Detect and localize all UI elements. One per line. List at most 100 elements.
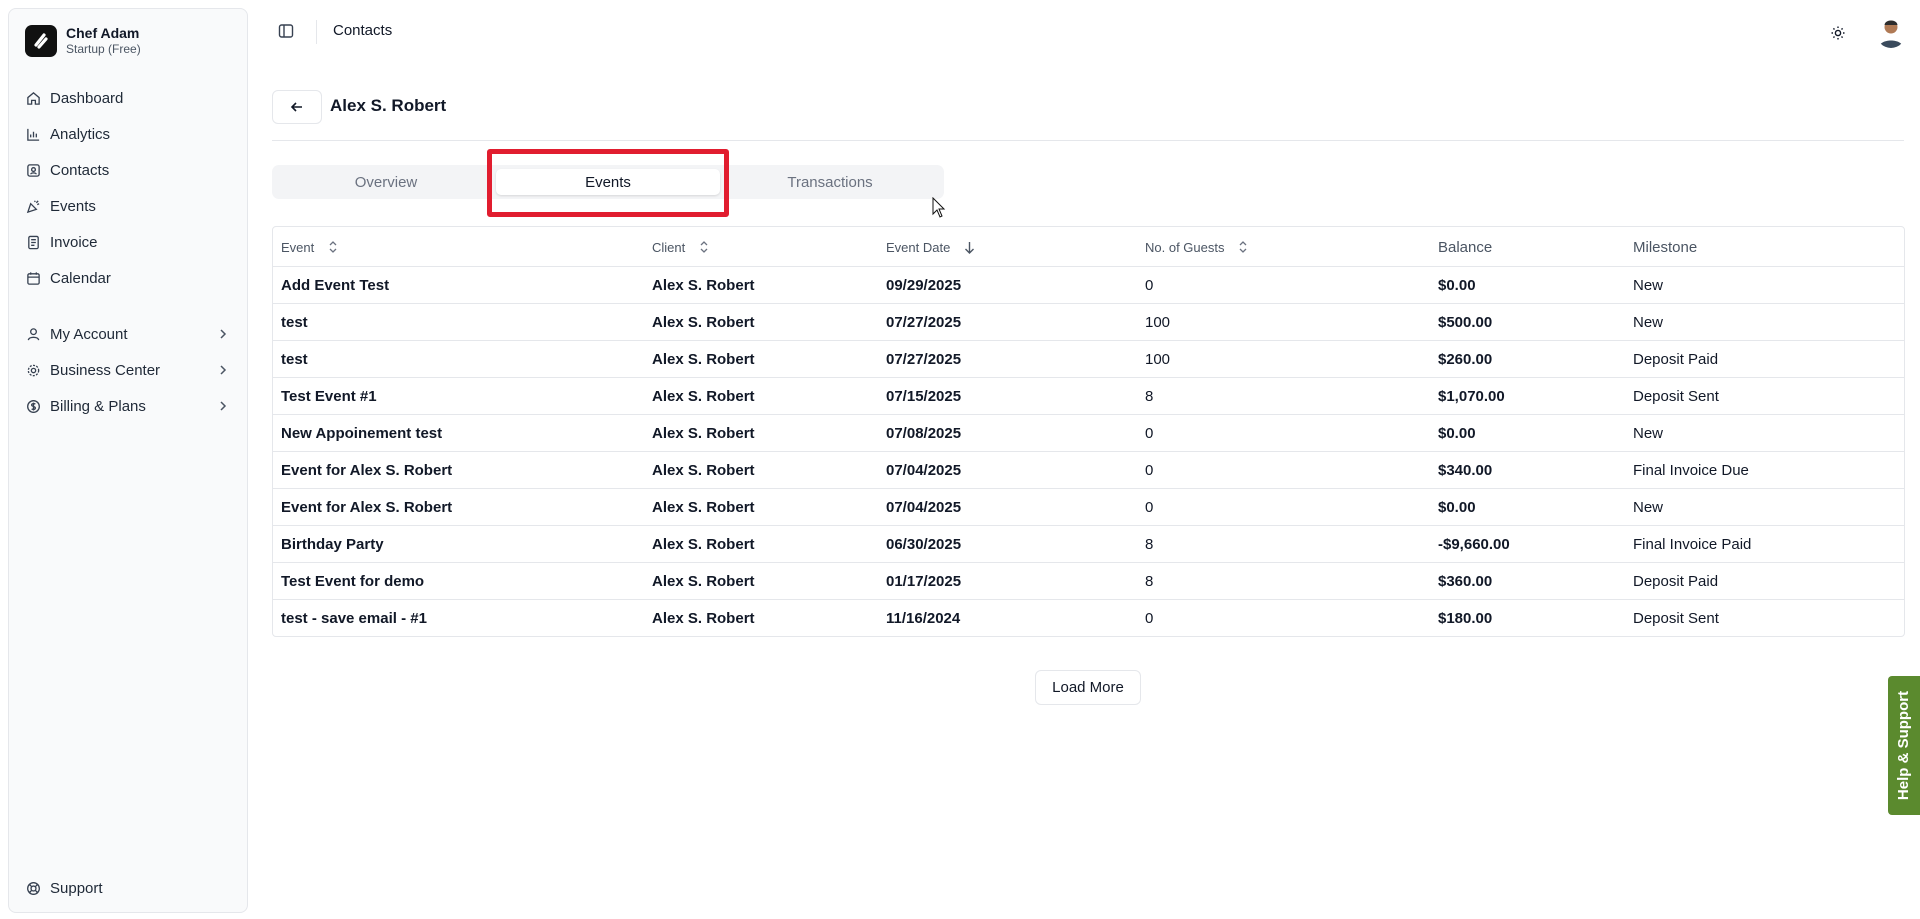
cell-event-date: 07/27/2025 [886, 314, 962, 331]
tab-events[interactable]: Events [496, 169, 720, 195]
cell-balance: $1,070.00 [1438, 388, 1505, 405]
table-row[interactable]: Event for Alex S. Robert Alex S. Robert 07… [273, 452, 1904, 489]
cell-client-name: Alex S. Robert [652, 388, 755, 405]
cell-guest-count: 100 [1145, 351, 1171, 368]
sidebar-item-label: Invoice [50, 233, 98, 251]
cell-event-date: 07/27/2025 [886, 351, 962, 368]
sort-updown-icon[interactable] [1238, 241, 1248, 253]
column-header-balance: Balance [1438, 238, 1493, 256]
cell-event-name: Test Event for demo [281, 573, 425, 590]
cell-event-date: 07/15/2025 [886, 388, 962, 405]
cell-milestone: Deposit Paid [1633, 351, 1719, 368]
sidebar-item-invoice[interactable]: Invoice [25, 227, 239, 257]
cell-milestone: Final Invoice Due [1633, 462, 1749, 479]
lifebuoy-icon [25, 880, 41, 896]
chevron-right-icon [217, 399, 229, 416]
table-row[interactable]: New Appoinement test Alex S. Robert 07/08/… [273, 415, 1904, 452]
cell-balance: $0.00 [1438, 425, 1476, 442]
cell-event-date: 01/17/2025 [886, 573, 962, 590]
user-avatar[interactable] [1876, 16, 1906, 48]
arrow-left-icon [290, 102, 302, 112]
sidebar-item-analytics[interactable]: Analytics [25, 119, 239, 149]
cell-balance: $180.00 [1438, 610, 1493, 627]
help-support-tab[interactable]: Help & Support [1888, 676, 1920, 815]
cell-client-name: Alex S. Robert [652, 314, 755, 331]
cell-milestone: Deposit Sent [1633, 610, 1719, 627]
sidebar: Chef Adam Startup (Free) Dashboard Analy… [8, 8, 248, 913]
cell-balance: $0.00 [1438, 499, 1476, 516]
column-header-label: No. of Guests [1145, 239, 1225, 255]
sidebar-item-label: Analytics [50, 125, 111, 143]
cell-event-name: Birthday Party [281, 536, 384, 553]
cell-client-name: Alex S. Robert [652, 425, 755, 442]
tab-transactions[interactable]: Transactions [720, 169, 940, 195]
chevron-right-icon [217, 363, 229, 380]
cell-event-name: test [281, 314, 308, 331]
cell-event-name: test - save email - #1 [281, 610, 427, 627]
sidebar-item-calendar[interactable]: Calendar [25, 263, 239, 293]
sidebar-item-label: Dashboard [50, 89, 124, 107]
cell-guest-count: 0 [1145, 425, 1154, 442]
cell-balance: $360.00 [1438, 573, 1493, 590]
cell-client-name: Alex S. Robert [652, 277, 755, 294]
sidebar-item-label: Business Center [50, 361, 161, 379]
cell-client-name: Alex S. Robert [652, 610, 755, 627]
sidebar-toggle-button[interactable] [276, 21, 296, 41]
events-table: Event Client Event Date No. of Guests Ba… [272, 226, 1905, 637]
load-more-button[interactable]: Load More [1035, 670, 1141, 705]
sidebar-item-events[interactable]: Events [25, 191, 239, 221]
user-icon [25, 326, 41, 342]
cell-guest-count: 0 [1145, 277, 1154, 294]
sort-updown-icon[interactable] [699, 241, 709, 253]
sort-updown-icon[interactable] [328, 241, 338, 253]
sidebar-item-billing-plans[interactable]: Billing & Plans [25, 391, 239, 421]
cell-guest-count: 8 [1145, 573, 1154, 590]
cell-client-name: Alex S. Robert [652, 351, 755, 368]
cell-event-date: 09/29/2025 [886, 277, 962, 294]
sidebar-item-contacts[interactable]: Contacts [25, 155, 239, 185]
sidebar-item-my-account[interactable]: My Account [25, 319, 239, 349]
cell-balance: $0.00 [1438, 277, 1476, 294]
cell-guest-count: 0 [1145, 610, 1154, 627]
table-row[interactable]: test - save email - #1 Alex S. Robert 11/1… [273, 600, 1904, 636]
sidebar-item-label: Billing & Plans [50, 397, 146, 415]
column-header-event-date: Event Date [886, 227, 975, 267]
table-row[interactable]: Add Event Test Alex S. Robert 09/29/2025 0 $… [273, 267, 1904, 304]
cell-event-date: 07/08/2025 [886, 425, 962, 442]
sidebar-item-dashboard[interactable]: Dashboard [25, 83, 239, 113]
calendar-icon [25, 270, 41, 286]
brand-logo-icon [25, 25, 57, 57]
table-row[interactable]: test Alex S. Robert 07/27/2025 100 $260.00 De… [273, 341, 1904, 378]
workspace-plan: Startup (Free) [66, 42, 141, 56]
contact-tabs: Overview Events Transactions [272, 165, 944, 199]
workspace-switcher[interactable]: Chef Adam Startup (Free) [25, 25, 141, 57]
contact-name-heading: Alex S. Robert [330, 96, 447, 115]
page-breadcrumb: Contacts [333, 22, 393, 39]
sidebar-item-business-center[interactable]: Business Center [25, 355, 239, 385]
column-header-label: Client [652, 239, 686, 255]
table-header: Event Client Event Date No. of Guests Ba… [273, 227, 1904, 267]
column-header-milestone: Milestone [1633, 238, 1698, 256]
dollar-circle-icon [25, 398, 41, 414]
table-row[interactable]: Birthday Party Alex S. Robert 06/30/2025 8 -… [273, 526, 1904, 563]
sidebar-item-label: Support [50, 879, 103, 897]
cell-event-date: 07/04/2025 [886, 462, 962, 479]
cell-milestone: New [1633, 499, 1664, 516]
table-row[interactable]: Test Event #1 Alex S. Robert 07/15/2025 8 $1… [273, 378, 1904, 415]
back-button[interactable] [272, 90, 322, 124]
sidebar-item-support[interactable]: Support [25, 873, 239, 903]
cell-guest-count: 0 [1145, 499, 1154, 516]
theme-toggle-button[interactable] [1828, 23, 1848, 43]
column-header-client: Client [652, 227, 709, 267]
tab-overview[interactable]: Overview [276, 169, 496, 195]
cell-event-name: Add Event Test [281, 277, 390, 294]
table-row[interactable]: Test Event for demo Alex S. Robert 01/17/2… [273, 563, 1904, 600]
column-header-label: Event Date [886, 239, 951, 255]
sidebar-item-label: Calendar [50, 269, 111, 287]
cell-balance: -$9,660.00 [1438, 536, 1510, 553]
table-row[interactable]: Event for Alex S. Robert Alex S. Robert 07… [273, 489, 1904, 526]
cell-event-name: New Appoinement test [281, 425, 443, 442]
sort-arrow-down-icon[interactable] [964, 241, 975, 254]
table-row[interactable]: test Alex S. Robert 07/27/2025 100 $500.00 Ne… [273, 304, 1904, 341]
cell-balance: $260.00 [1438, 351, 1493, 368]
